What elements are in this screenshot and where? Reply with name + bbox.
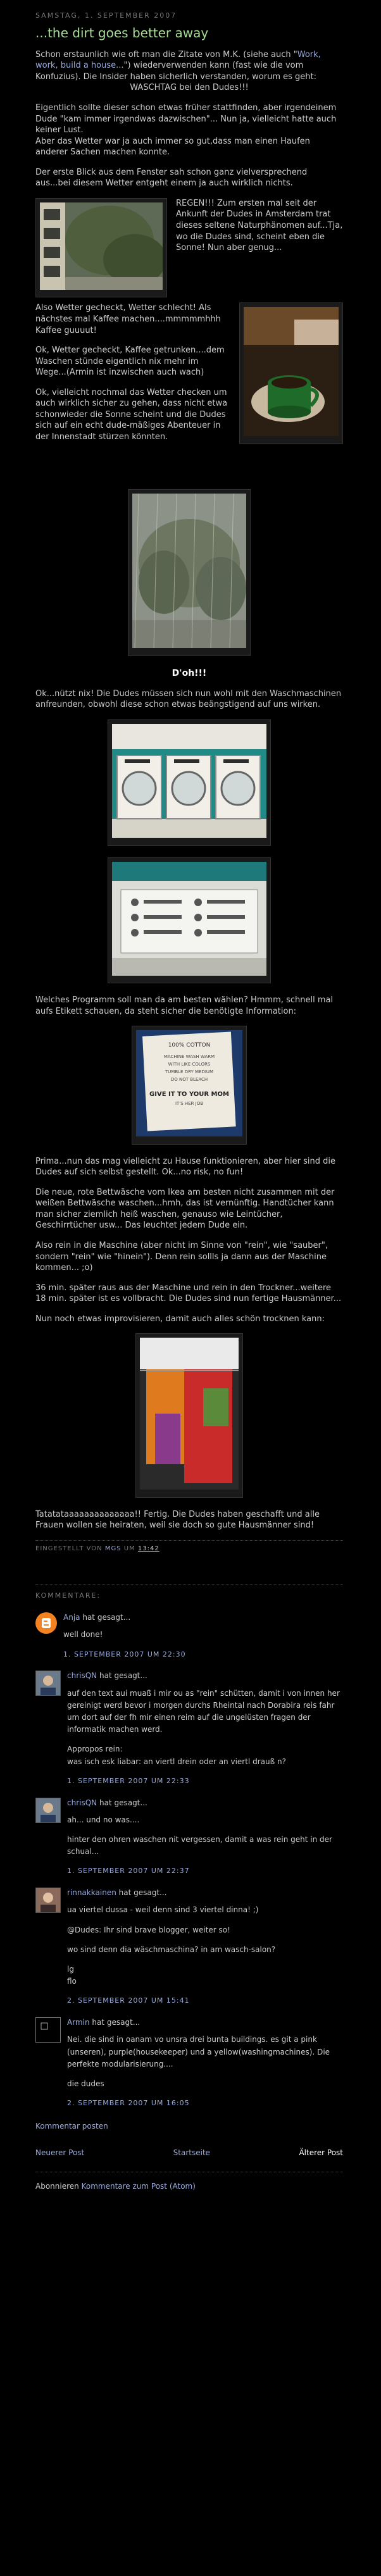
blogger-icon[interactable] [35,1612,57,1634]
paragraph: Tatatataaaaaaaaaaaaaa!! Fertig. Die Dude… [35,1509,320,1531]
comments-atom-feed-link[interactable]: Kommentare zum Post (Atom) [82,2182,196,2191]
label-line-1: MACHINE WASH WARM [164,1054,215,1059]
label-line-4: DO NOT BLEACH [171,1077,208,1082]
older-post-link[interactable]: Älterer Post [299,2148,343,2158]
comment-list: Anja hat gesagt... well done! 1. Septemb… [35,1612,343,2108]
paragraph: Eigentlich sollte dieser schon etwas frü… [35,103,337,158]
label-line-5: GIVE IT TO YOUR MOM [149,1091,229,1098]
paragraph: Prima...nun das mag vielleicht zu Hause … [35,1156,335,1178]
paragraph: Ok...nützt nix! Die Dudes müssen sich nu… [35,688,342,710]
date-header: Samstag, 1. September 2007 [35,11,177,20]
label-line-3: TUMBLE DRY MEDIUM [165,1069,213,1074]
default-avatar-icon[interactable] [35,2017,61,2043]
paragraph: 36 min. später raus aus der Maschine und… [35,1283,342,1304]
feed-links: Abonnieren Kommentare zum Post (Atom) [35,2172,343,2191]
comment-author-link[interactable]: chrisQN [67,1798,97,1807]
comment-author-link[interactable]: rinnakkainen [67,1888,116,1897]
user-avatar[interactable] [35,1797,61,1823]
blog-main: Samstag, 1. September 2007 ...the dirt g… [0,0,381,2192]
coffee-cup-photo[interactable] [239,302,343,444]
comment-author-link[interactable]: Armin [67,2018,90,2027]
rain-window-image [40,202,166,290]
comments-title: Kommentare: [35,1584,343,1601]
paragraph: Die neue, rote Bettwäsche vom Ikea am be… [35,1187,335,1231]
coffee-cup-image [244,307,339,437]
drying-laundry-photo[interactable] [135,1333,243,1498]
heavy-rain-image [132,494,246,649]
comment: Anja hat gesagt... well done! 1. Septemb… [35,1612,343,1659]
paragraph: Also rein in die Maschine (aber nicht im… [35,1240,328,1273]
control-panel-image [112,861,266,976]
clothing-label-image: 100% COTTON MACHINE WASH WARM WITH LIKE … [136,1030,242,1137]
comment-date-link[interactable]: 2. September 2007 um 15:41 [67,1996,190,2005]
post-time-link[interactable]: 13:42 [138,1545,159,1552]
post-title[interactable]: ...the dirt goes better away [35,25,343,42]
author-link[interactable]: MGS [105,1545,122,1552]
comment-date-link[interactable]: 2. September 2007 um 16:05 [67,2099,190,2107]
clothing-label-photo[interactable]: 100% COTTON MACHINE WASH WARM WITH LIKE … [132,1026,247,1145]
paragraph: Der erste Blick aus dem Fenster sah scho… [35,167,308,189]
user-avatar[interactable] [35,1671,61,1696]
home-link[interactable]: Startseite [173,2148,210,2158]
comment: chrisQN hat gesagt... auf den text aui m… [35,1671,343,1786]
comment-date-link[interactable]: 1. September 2007 um 22:30 [63,1650,186,1658]
label-line-6: IT'S HER JOB [175,1101,203,1106]
paragraph: Welches Programm soll man da am besten w… [35,995,334,1016]
paragraph: Nun noch etwas improvisieren, damit auch… [35,1314,325,1324]
user-avatar[interactable] [35,1888,61,1913]
heavy-rain-photo[interactable] [128,489,251,656]
washing-machines-photo[interactable] [108,719,271,846]
doh-caption: D'oh!!! [172,668,207,678]
intro-paragraph: Schon erstaunlich wie oft man die Zitate… [35,49,343,94]
comment: chrisQN hat gesagt... ah... und no was..… [35,1797,343,1877]
washday-line: WASCHTAG bei den Dudes!!! [130,83,249,93]
label-line-2: WITH LIKE COLORS [168,1062,211,1067]
comment: rinnakkainen hat gesagt... ua viertel du… [35,1888,343,2006]
comment-date-link[interactable]: 1. September 2007 um 22:37 [67,1867,190,1875]
washing-machines-image [112,723,266,838]
post-body: Schon erstaunlich wie oft man die Zitate… [35,49,343,1531]
post-footer: Eingestellt von MGS um 13:42 [35,1540,343,1553]
blog-pager: Neuerer Post Startseite Älterer Post [35,2141,343,2158]
comment-date-link[interactable]: 1. September 2007 um 22:33 [67,1777,190,1785]
label-line-0: 100% COTTON [168,1042,211,1048]
drying-laundry-image [140,1338,239,1490]
newer-post-link[interactable]: Neuerer Post [35,2148,84,2158]
comment: Armin hat gesagt... Nei. die sind in oan… [35,2017,343,2108]
control-panel-photo[interactable] [108,857,271,984]
rain-window-photo[interactable] [35,197,167,298]
comment-author-link[interactable]: chrisQN [67,1671,97,1680]
comment-author-link[interactable]: Anja [63,1613,80,1622]
post-comment-link[interactable]: Kommentar posten [35,2122,108,2131]
